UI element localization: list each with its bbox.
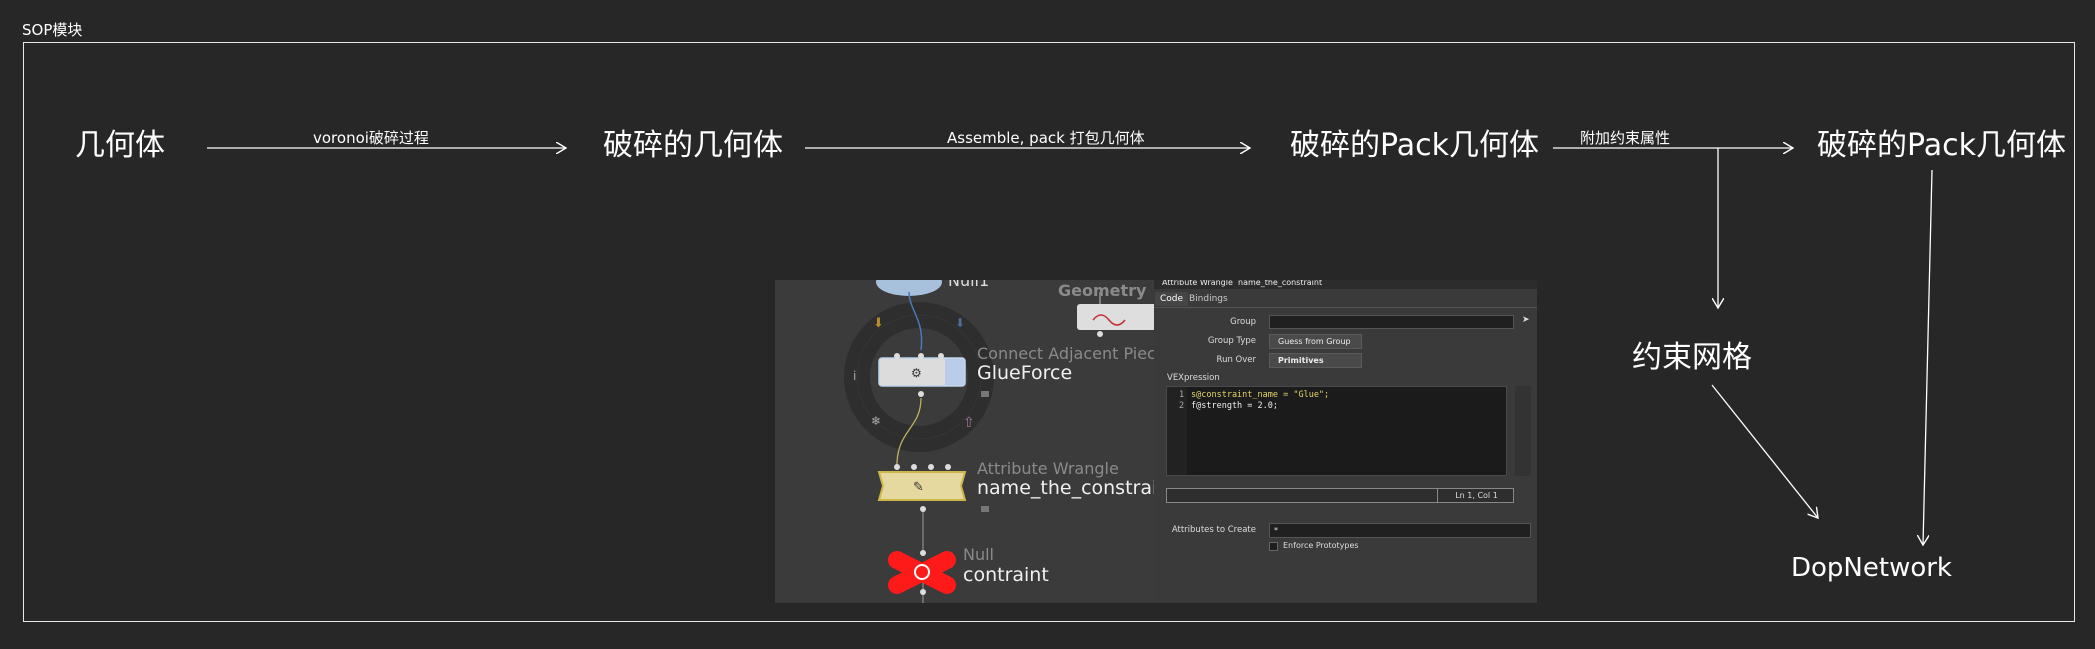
parameter-panel: Attribute Wrangle name_the_constraint Co… [1154, 280, 1537, 603]
svg-text:⚙: ⚙ [911, 366, 922, 380]
run-over-label: Run Over [1216, 355, 1256, 365]
net-glue-type: Connect Adjacent Pieces [977, 344, 1154, 363]
arrow-mesh-to-dop [1711, 384, 1818, 518]
line-number-1: 1 [1179, 390, 1185, 400]
line-number-2: 2 [1179, 401, 1185, 411]
group-input[interactable] [1269, 315, 1514, 329]
code-line-2: f@strength = 2.0; [1191, 401, 1278, 411]
param-title-name: name_the_constraint [1238, 280, 1323, 287]
tab-divider [1154, 307, 1537, 308]
net-top-node-name: Null1 [948, 280, 990, 290]
param-title-type: Attribute Wrangle [1162, 280, 1233, 287]
node-fractured-pack: 破碎的Pack几何体 [1290, 128, 1539, 163]
net-null-name: contraint [963, 564, 1049, 586]
node-constraint-mesh: 约束网格 [1632, 340, 1752, 375]
svg-text:✎: ✎ [913, 480, 924, 495]
cursor-position: Ln 1, Col 1 [1437, 488, 1515, 503]
attrs-input[interactable]: * [1269, 523, 1531, 538]
attrs-label: Attributes to Create [1171, 525, 1256, 535]
group-type-dropdown[interactable]: Guess from Group [1269, 334, 1362, 349]
vex-label: VEXpression [1167, 373, 1220, 383]
network-view: ⬇ ⬇ i ❄ ⇧ ⚙ ✎ Null1 Geometry Connect Adj… [775, 280, 1154, 603]
arrow-select-icon[interactable]: ➤ [1522, 315, 1530, 325]
group-type-label: Group Type [1207, 336, 1256, 346]
param-title: Attribute Wrangle name_the_constraint [1162, 280, 1322, 287]
tab-bindings[interactable]: Bindings [1184, 292, 1233, 306]
node-fractured-pack-2: 破碎的Pack几何体 [1817, 128, 2066, 163]
code-scrollbar[interactable] [1515, 386, 1531, 476]
enforce-checkbox[interactable] [1269, 542, 1278, 551]
run-over-dropdown[interactable]: Primitives [1269, 353, 1362, 368]
edge-label-voronoi: voronoi破碎过程 [313, 129, 429, 147]
svg-text:⬇: ⬇ [873, 316, 884, 331]
net-null-type: Null [963, 545, 994, 564]
node-geometry: 几何体 [75, 128, 165, 163]
node-dopnetwork: DopNetwork [1791, 553, 1952, 583]
edge-label-attach: 附加约束属性 [1580, 129, 1671, 147]
group-label: Group [1230, 317, 1256, 327]
vex-code-editor[interactable]: 1 2 s@constraint_name = "Glue"; f@streng… [1166, 386, 1507, 476]
edge-label-assemble: Assemble, pack 打包几何体 [947, 129, 1145, 147]
node-fractured-geometry: 破碎的几何体 [603, 128, 783, 163]
svg-text:⇧: ⇧ [963, 415, 975, 431]
svg-text:i: i [853, 369, 856, 383]
net-glue-name: GlueForce [977, 362, 1073, 384]
net-geometry-label: Geometry [1058, 281, 1147, 300]
net-wrangle-type: Attribute Wrangle [977, 459, 1119, 478]
houdini-screenshot: ⬇ ⬇ i ❄ ⇧ ⚙ ✎ Null1 Geometry Connect Adj… [775, 280, 1537, 603]
code-line-1: s@constraint_name = "Glue"; [1191, 390, 1330, 400]
arrow-pack-to-dop [1923, 169, 1933, 545]
enforce-label: Enforce Prototypes [1283, 541, 1359, 550]
svg-text:⬇: ⬇ [955, 316, 965, 330]
net-wrangle-name: name_the_constraint [977, 477, 1154, 499]
svg-text:❄: ❄ [871, 414, 881, 428]
